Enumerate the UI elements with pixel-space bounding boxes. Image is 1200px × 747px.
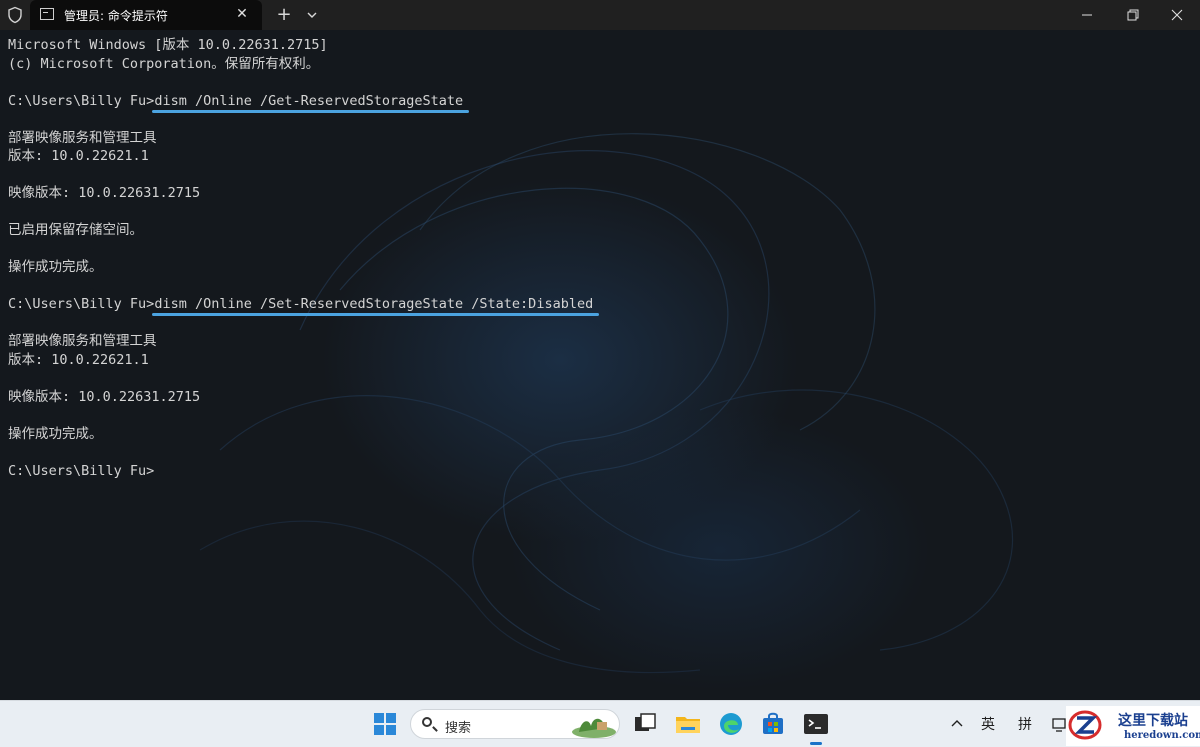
- tab-title: 管理员: 命令提示符: [64, 9, 168, 23]
- minimize-button[interactable]: [1064, 0, 1110, 30]
- heredown-logo: [1068, 710, 1102, 740]
- terminal-line: 已启用保留存储空间。: [8, 222, 143, 238]
- terminal-line: 操作成功完成。: [8, 259, 103, 275]
- store-icon[interactable]: [758, 709, 788, 739]
- terminal-line: 部署映像服务和管理工具: [8, 129, 157, 146]
- restore-button[interactable]: [1110, 0, 1156, 30]
- close-tab-icon[interactable]: ✕: [234, 6, 250, 22]
- search-icon: [422, 717, 432, 727]
- tab-command-prompt[interactable]: 管理员: 命令提示符 ✕: [30, 0, 262, 30]
- file-explorer-icon[interactable]: [673, 709, 703, 739]
- terminal-command: dism /Online /Get-ReservedStorageState: [154, 92, 464, 109]
- close-window-button[interactable]: [1154, 0, 1200, 30]
- terminal-line: C:\Users\Billy Fu>: [8, 462, 155, 479]
- terminal-icon[interactable]: [801, 709, 831, 739]
- terminal-prompt: C:\Users\Billy Fu>: [8, 296, 155, 312]
- terminal-line: 部署映像服务和管理工具: [8, 333, 157, 349]
- terminal-prompt: C:\Users\Billy Fu>: [8, 92, 155, 109]
- terminal-line: 版本: 10.0.22621.1: [8, 148, 149, 164]
- command-highlight-underline: [152, 109, 470, 113]
- chevron-up-icon[interactable]: [948, 709, 966, 739]
- command-prompt-icon: [40, 8, 54, 20]
- terminal-line: 版本: 10.0.22621.1: [8, 351, 149, 368]
- terminal-output: Microsoft Windows [版本 10.0.22631.2715] (c…: [8, 36, 593, 480]
- watermark-name: 这里下载站: [1118, 713, 1188, 729]
- edge-icon[interactable]: [716, 709, 746, 739]
- shield-icon: [8, 6, 22, 24]
- terminal-line: (c) Microsoft Corporation。保留所有权利。: [8, 55, 320, 72]
- watermark: 这里下载站 heredown.com: [1066, 706, 1200, 746]
- taskbar: 搜索 英 拼: [0, 700, 1200, 747]
- search-box[interactable]: 搜索: [410, 709, 620, 739]
- terminal-line: 映像版本: 10.0.22631.2715: [8, 388, 201, 405]
- active-app-indicator: [810, 742, 822, 745]
- search-label: 搜索: [445, 721, 472, 736]
- command-highlight-underline: [152, 313, 600, 316]
- search-highlight-illustration: [572, 718, 616, 738]
- terminal-command-line: C:\Users\Billy Fu>dism /Online /Set-Rese…: [8, 295, 593, 314]
- terminal-line: Microsoft Windows [版本 10.0.22631.2715]: [8, 37, 328, 53]
- terminal-window[interactable]: Microsoft Windows [版本 10.0.22631.2715] (c…: [0, 30, 1200, 700]
- terminal-line: 映像版本: 10.0.22631.2715: [8, 185, 201, 201]
- watermark-url: heredown.com: [1124, 730, 1200, 741]
- chevron-down-icon[interactable]: [302, 5, 322, 25]
- title-bar: 管理员: 命令提示符 ✕ +: [0, 0, 1200, 30]
- terminal-command-line: C:\Users\Billy Fu>dism /Online /Get-Rese…: [8, 92, 593, 111]
- terminal-command: dism /Online /Set-ReservedStorageState /…: [154, 296, 594, 312]
- ime-mode-indicator[interactable]: 拼: [1018, 714, 1032, 734]
- input-language-indicator[interactable]: 英: [981, 714, 995, 734]
- windows-start-icon[interactable]: [370, 709, 400, 739]
- task-view-icon[interactable]: [630, 709, 660, 739]
- new-tab-button[interactable]: +: [274, 5, 294, 25]
- terminal-line: 操作成功完成。: [8, 425, 103, 442]
